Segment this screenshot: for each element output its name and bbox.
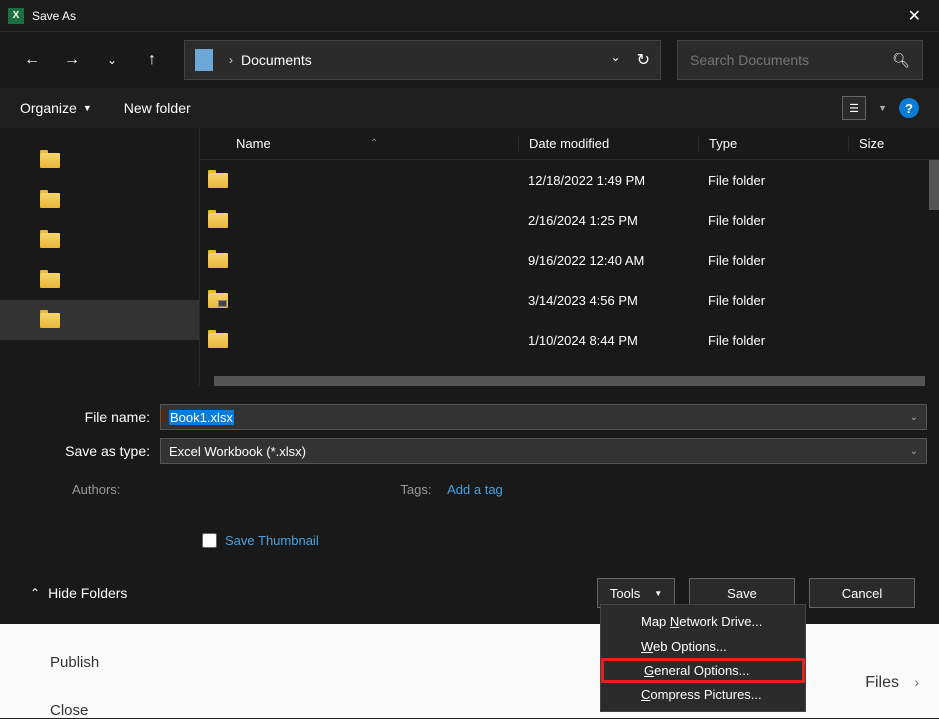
recent-dropdown[interactable]: ⌄ bbox=[96, 44, 128, 76]
breadcrumb-dropdown[interactable]: ⌄ bbox=[611, 50, 621, 70]
caret-down-icon: ▼ bbox=[83, 103, 92, 113]
folder-special-icon bbox=[208, 293, 228, 308]
breadcrumb-bar[interactable]: › Documents ⌄ ↻ bbox=[184, 40, 661, 80]
folder-icon bbox=[40, 313, 60, 328]
chevron-down-icon[interactable]: ⌄ bbox=[910, 446, 918, 457]
menu-map-network-drive[interactable]: Map Network Drive... bbox=[601, 609, 805, 634]
bg-files: Files bbox=[865, 674, 899, 692]
hide-folders-toggle[interactable]: ⌃ Hide Folders bbox=[30, 585, 127, 601]
tree-item-selected[interactable] bbox=[0, 300, 199, 340]
window-title: Save As bbox=[32, 9, 898, 23]
bg-publish[interactable]: Publish bbox=[50, 654, 99, 671]
file-row[interactable]: 1/10/2024 8:44 PM File folder bbox=[200, 320, 939, 360]
file-row[interactable]: 9/16/2022 12:40 AM File folder bbox=[200, 240, 939, 280]
sort-arrow-icon: ⌃ bbox=[370, 138, 378, 149]
new-folder-button[interactable]: New folder bbox=[124, 100, 191, 116]
filename-input[interactable]: Book1.xlsx ⌄ bbox=[160, 404, 927, 430]
close-button[interactable]: ✕ bbox=[898, 6, 931, 26]
titlebar: X Save As ✕ bbox=[0, 0, 939, 32]
column-headers: Name ⌃ Date modified Type Size bbox=[200, 128, 939, 160]
tags-label: Tags: bbox=[400, 482, 431, 497]
vertical-scrollbar[interactable] bbox=[929, 160, 939, 210]
save-form: File name: Book1.xlsx ⌄ Save as type: Ex… bbox=[0, 386, 939, 624]
sidebar-tree[interactable] bbox=[0, 128, 200, 386]
folder-icon bbox=[208, 213, 228, 228]
chevron-up-icon: ⌃ bbox=[30, 586, 40, 600]
file-row[interactable]: 12/18/2022 1:49 PM File folder bbox=[200, 160, 939, 200]
menu-compress-pictures[interactable]: Compress Pictures... bbox=[601, 682, 805, 707]
caret-down-icon: ▼ bbox=[654, 589, 662, 598]
authors-label[interactable]: Authors: bbox=[72, 482, 120, 497]
folder-icon bbox=[40, 233, 60, 248]
excel-icon: X bbox=[8, 8, 24, 24]
refresh-button[interactable]: ↻ bbox=[637, 50, 650, 70]
folder-icon bbox=[208, 173, 228, 188]
file-row[interactable]: 2/16/2024 1:25 PM File folder bbox=[200, 200, 939, 240]
navbar: ← → ⌄ ↑ › Documents ⌄ ↻ 🔍︎ bbox=[0, 32, 939, 88]
column-size[interactable]: Size bbox=[848, 136, 939, 151]
chevron-down-icon[interactable]: ⌄ bbox=[910, 412, 918, 423]
file-list-pane: Name ⌃ Date modified Type Size 12/18/202… bbox=[200, 128, 939, 386]
view-dropdown-icon[interactable]: ▼ bbox=[878, 103, 887, 113]
up-button[interactable]: ↑ bbox=[136, 44, 168, 76]
tree-item[interactable] bbox=[0, 180, 199, 220]
column-type[interactable]: Type bbox=[698, 136, 848, 151]
column-name[interactable]: Name ⌃ bbox=[200, 136, 518, 151]
horizontal-scrollbar[interactable] bbox=[214, 376, 925, 386]
tree-item[interactable] bbox=[0, 140, 199, 180]
savetype-select[interactable]: Excel Workbook (*.xlsx) ⌄ bbox=[160, 438, 927, 464]
bg-close[interactable]: Close bbox=[50, 702, 88, 719]
toolbar: Organize ▼ New folder ☰ ▼ ? bbox=[0, 88, 939, 128]
menu-general-options[interactable]: General Options... bbox=[601, 658, 805, 683]
folder-icon bbox=[208, 253, 228, 268]
thumbnail-checkbox[interactable] bbox=[202, 533, 217, 548]
tree-item[interactable] bbox=[0, 260, 199, 300]
cancel-button[interactable]: Cancel bbox=[809, 578, 915, 608]
breadcrumb-location[interactable]: Documents bbox=[241, 52, 312, 68]
menu-web-options[interactable]: Web Options... bbox=[601, 634, 805, 659]
search-input[interactable] bbox=[690, 52, 892, 68]
bg-chevron-icon: › bbox=[914, 674, 919, 690]
tree-item[interactable] bbox=[0, 220, 199, 260]
thumbnail-label[interactable]: Save Thumbnail bbox=[225, 533, 319, 548]
search-icon[interactable]: 🔍︎ bbox=[892, 52, 910, 69]
back-button[interactable]: ← bbox=[16, 44, 48, 76]
organize-menu[interactable]: Organize ▼ bbox=[20, 100, 92, 116]
chevron-right-icon: › bbox=[229, 53, 233, 67]
search-bar[interactable]: 🔍︎ bbox=[677, 40, 923, 80]
tools-menu: Map Network Drive... Web Options... Gene… bbox=[600, 604, 806, 712]
help-button[interactable]: ? bbox=[899, 98, 919, 118]
folder-icon bbox=[208, 333, 228, 348]
forward-button[interactable]: → bbox=[56, 44, 88, 76]
add-tag-link[interactable]: Add a tag bbox=[447, 482, 503, 497]
main-pane: Name ⌃ Date modified Type Size 12/18/202… bbox=[0, 128, 939, 386]
folder-icon bbox=[40, 193, 60, 208]
documents-icon bbox=[195, 49, 213, 71]
folder-icon bbox=[40, 273, 60, 288]
file-row[interactable]: 3/14/2023 4:56 PM File folder bbox=[200, 280, 939, 320]
view-mode-button[interactable]: ☰ bbox=[842, 96, 866, 120]
filename-label: File name: bbox=[12, 409, 160, 425]
folder-icon bbox=[40, 153, 60, 168]
savetype-label: Save as type: bbox=[12, 443, 160, 459]
column-date[interactable]: Date modified bbox=[518, 136, 698, 151]
